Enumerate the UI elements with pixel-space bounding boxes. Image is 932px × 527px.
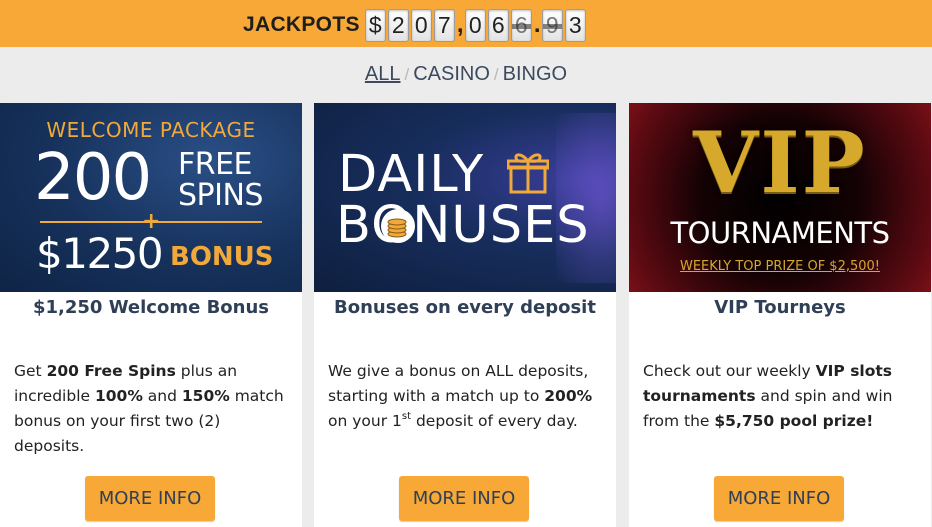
jackpot-digit: $ (364, 8, 386, 42)
gift-icon (507, 153, 549, 194)
desc-text: and (142, 387, 182, 405)
jackpot-separator: , (456, 11, 464, 38)
filter-nav: ALL / CASINO / BINGO (0, 63, 932, 86)
card-title: $1,250 Welcome Bonus (32, 297, 269, 318)
jackpot-bar: JACKPOTS $ 2 0 7 , 0 6 6 . 9 3 (0, 0, 932, 47)
filter-casino[interactable]: CASINO (413, 63, 490, 85)
card-description: Check out our weekly VIP slots tournamen… (643, 359, 923, 434)
banner-vip: VIP (693, 113, 867, 212)
desc-bold: 200% (544, 387, 593, 405)
coins-icon (381, 209, 415, 243)
promo-card-welcome: WELCOME PACKAGE 200 FREE SPINS + $1250 B… (0, 103, 302, 527)
filter-all[interactable]: ALL (365, 63, 401, 85)
desc-text: Get (14, 362, 47, 380)
jackpot-label: JACKPOTS (243, 13, 360, 36)
banner-200: 200 (34, 141, 152, 215)
card-title: Bonuses on every deposit (334, 297, 596, 318)
banner-welcome-package: WELCOME PACKAGE (46, 118, 256, 142)
promo-card-daily: DAILY BONUSES Bonuses on every deposit W… (314, 103, 616, 527)
welcome-banner[interactable]: WELCOME PACKAGE 200 FREE SPINS + $1250 B… (0, 103, 302, 292)
more-info-button[interactable]: MORE INFO (714, 476, 844, 521)
jackpot-digit: 6 (510, 8, 532, 42)
banner-amount: $1250 (36, 229, 164, 278)
banner-free-spins: FREE SPINS (178, 149, 263, 211)
jackpot-digit: 0 (410, 8, 432, 42)
jackpot-digit: 6 (487, 8, 509, 42)
more-info-button[interactable]: MORE INFO (85, 476, 215, 521)
jackpot-digit: 3 (564, 8, 586, 42)
desc-bold: 100% (94, 387, 143, 405)
jackpot-digit: 0 (464, 8, 486, 42)
card-description: We give a bonus on ALL deposits, startin… (328, 359, 608, 434)
filter-separator: / (404, 65, 410, 84)
desc-bold: 200 Free Spins (46, 362, 176, 380)
desc-text: deposit of every day. (411, 412, 578, 430)
banner-bonuses: BONUSES (336, 196, 590, 255)
jackpot-ticker: JACKPOTS $ 2 0 7 , 0 6 6 . 9 3 (243, 7, 588, 43)
banner-bonus: BONUS (170, 242, 274, 272)
desc-superscript: st (401, 410, 412, 422)
banner-spins: SPINS (178, 178, 263, 213)
banner-free: FREE (178, 147, 253, 182)
jackpot-digit: 7 (433, 8, 455, 42)
desc-text: on your 1 (328, 412, 402, 430)
banner-prize: WEEKLY TOP PRIZE OF $2,500! (629, 259, 931, 274)
jackpot-digit: 9 (541, 8, 563, 42)
desc-bold: 150% (181, 387, 230, 405)
daily-bonuses-banner[interactable]: DAILY BONUSES (314, 103, 616, 292)
card-title: VIP Tourneys (714, 297, 846, 318)
jackpot-separator: . (533, 11, 541, 38)
desc-bold: $5,750 pool prize! (714, 412, 874, 430)
desc-text: Check out our weekly (643, 362, 816, 380)
vip-tournaments-banner[interactable]: VIP TOURNAMENTS WEEKLY TOP PRIZE OF $2,5… (629, 103, 931, 292)
jackpot-digit: 2 (387, 8, 409, 42)
more-info-button[interactable]: MORE INFO (399, 476, 529, 521)
promo-card-vip: VIP TOURNAMENTS WEEKLY TOP PRIZE OF $2,5… (629, 103, 931, 527)
filter-separator: / (493, 65, 499, 84)
card-description: Get 200 Free Spins plus an incredible 10… (14, 359, 294, 459)
filter-bingo[interactable]: BINGO (503, 63, 567, 85)
banner-prize-text: WEEKLY TOP PRIZE OF $2,500! (679, 259, 881, 274)
banner-tournaments: TOURNAMENTS (670, 216, 890, 250)
